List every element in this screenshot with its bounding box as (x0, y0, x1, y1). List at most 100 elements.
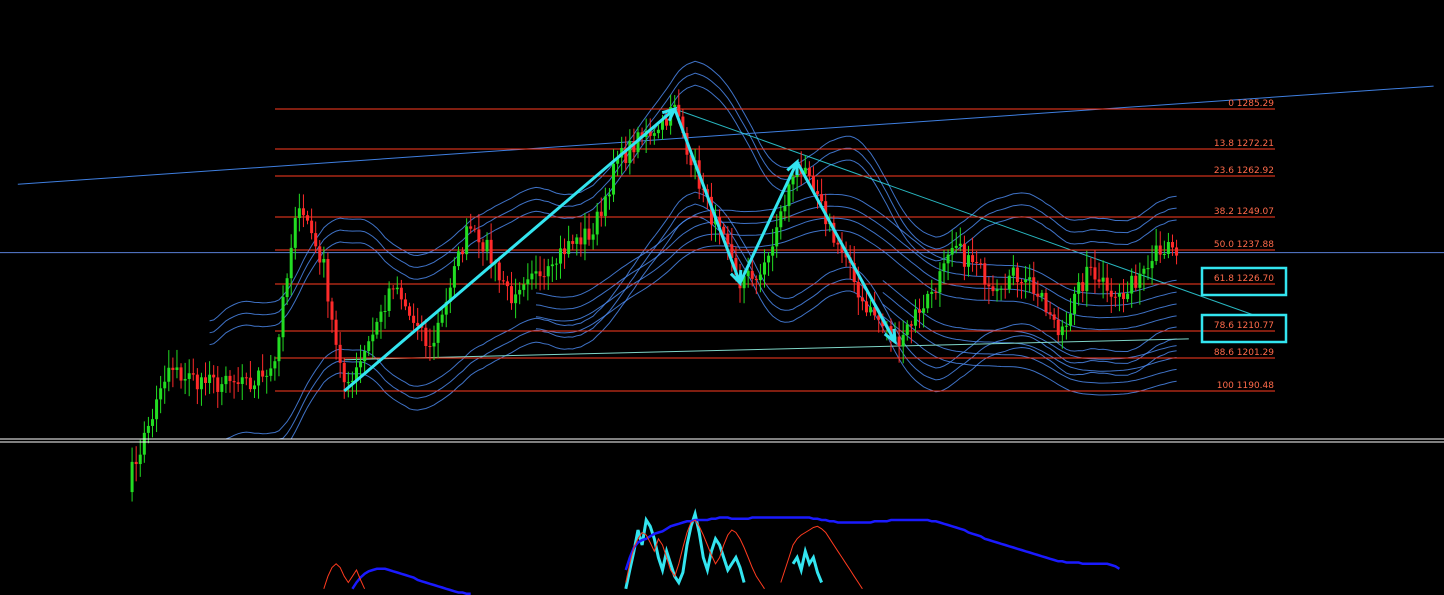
candle-body[interactable] (1170, 242, 1174, 248)
candle-body[interactable] (379, 311, 383, 322)
candle-body[interactable] (501, 280, 505, 282)
candle-body[interactable] (293, 217, 297, 248)
candle-body[interactable] (285, 278, 289, 298)
candle-body[interactable] (301, 208, 305, 216)
candle-body[interactable] (534, 271, 538, 274)
candle-body[interactable] (775, 227, 779, 247)
candle-body[interactable] (138, 454, 142, 465)
candle-body[interactable] (816, 191, 820, 195)
candle-body[interactable] (652, 133, 656, 136)
candle-body[interactable] (1101, 277, 1105, 282)
candle-body[interactable] (1162, 254, 1166, 256)
candle-body[interactable] (628, 141, 632, 164)
candle-body[interactable] (791, 177, 795, 185)
candle-body[interactable] (869, 307, 873, 313)
candle-body[interactable] (183, 378, 187, 381)
candle-body[interactable] (1109, 290, 1113, 297)
candle-body[interactable] (836, 242, 840, 245)
candle-body[interactable] (934, 291, 938, 293)
candle-body[interactable] (248, 377, 252, 390)
candle-body[interactable] (212, 374, 216, 378)
candle-body[interactable] (522, 284, 526, 290)
candle-body[interactable] (187, 373, 191, 379)
candle-body[interactable] (167, 367, 171, 382)
candle-body[interactable] (440, 314, 444, 323)
candle-body[interactable] (950, 247, 954, 255)
candle-body[interactable] (412, 315, 416, 323)
candle-body[interactable] (1085, 266, 1089, 292)
fibonacci-retracement[interactable]: 0 1285.29 13.8 1272.21 23.6 1262.92 38.2 12… (275, 99, 1288, 392)
candle-body[interactable] (991, 286, 995, 292)
candle-body[interactable] (656, 129, 660, 134)
candle-body[interactable] (1138, 273, 1142, 288)
candle-body[interactable] (575, 237, 579, 244)
candle-body[interactable] (485, 239, 489, 252)
candle-body[interactable] (1117, 293, 1121, 297)
candle-body[interactable] (856, 282, 860, 298)
candle-body[interactable] (134, 461, 138, 465)
candle-body[interactable] (142, 432, 146, 455)
candle-body[interactable] (954, 245, 958, 248)
candle-body[interactable] (999, 288, 1003, 290)
candle-body[interactable] (224, 375, 228, 385)
candle-body[interactable] (603, 196, 607, 216)
candle-body[interactable] (1032, 277, 1036, 294)
candle-body[interactable] (452, 266, 456, 288)
candle-body[interactable] (1064, 325, 1068, 327)
candle-body[interactable] (922, 308, 926, 313)
candle-body[interactable] (1007, 275, 1011, 290)
candle-body[interactable] (514, 294, 518, 304)
candle-body[interactable] (905, 324, 909, 335)
candle-body[interactable] (987, 284, 991, 287)
candle-body[interactable] (518, 289, 522, 295)
candle-body[interactable] (901, 334, 905, 347)
candle-body[interactable] (938, 271, 942, 293)
candle-body[interactable] (579, 237, 583, 245)
candle-body[interactable] (787, 184, 791, 207)
candle-body[interactable] (864, 301, 868, 313)
candle-body[interactable] (930, 291, 934, 294)
candle-body[interactable] (767, 255, 771, 263)
candle-body[interactable] (1142, 268, 1146, 274)
candle-body[interactable] (481, 242, 485, 252)
candle-body[interactable] (281, 297, 285, 338)
panel-separator[interactable] (0, 438, 1444, 443)
candle-body[interactable] (216, 377, 220, 392)
candle-body[interactable] (367, 341, 371, 352)
candle-body[interactable] (860, 297, 864, 302)
candle-body[interactable] (322, 258, 326, 263)
candle-body[interactable] (424, 327, 428, 346)
candle-body[interactable] (1052, 314, 1056, 320)
candle-body[interactable] (469, 226, 473, 229)
candle-body[interactable] (983, 263, 987, 285)
candle-body[interactable] (359, 361, 363, 368)
oscillator-line[interactable] (624, 508, 823, 590)
candle-body[interactable] (1089, 266, 1093, 268)
candle-body[interactable] (558, 248, 562, 264)
candle-body[interactable] (191, 373, 195, 375)
candle-body[interactable] (310, 220, 314, 234)
candle-body[interactable] (510, 286, 514, 304)
candlesticks[interactable] (130, 89, 1179, 502)
candle-body[interactable] (1130, 275, 1134, 294)
candle-body[interactable] (387, 288, 391, 311)
candle-body[interactable] (240, 377, 244, 384)
candle-body[interactable] (428, 345, 432, 347)
candle-body[interactable] (758, 274, 762, 281)
candle-body[interactable] (897, 336, 901, 347)
candle-body[interactable] (314, 233, 318, 247)
candle-body[interactable] (1113, 296, 1117, 298)
candle-body[interactable] (1122, 293, 1126, 300)
candle-body[interactable] (665, 118, 669, 126)
candle-body[interactable] (477, 229, 481, 243)
candle-body[interactable] (726, 233, 730, 245)
candle-body[interactable] (199, 377, 203, 390)
candle-body[interactable] (909, 324, 913, 326)
candle-body[interactable] (926, 293, 930, 309)
candle-body[interactable] (159, 388, 163, 400)
candle-body[interactable] (1024, 279, 1028, 283)
candle-body[interactable] (1056, 319, 1060, 336)
candle-body[interactable] (1020, 282, 1024, 284)
candle-body[interactable] (958, 243, 962, 246)
candle-body[interactable] (220, 384, 224, 392)
